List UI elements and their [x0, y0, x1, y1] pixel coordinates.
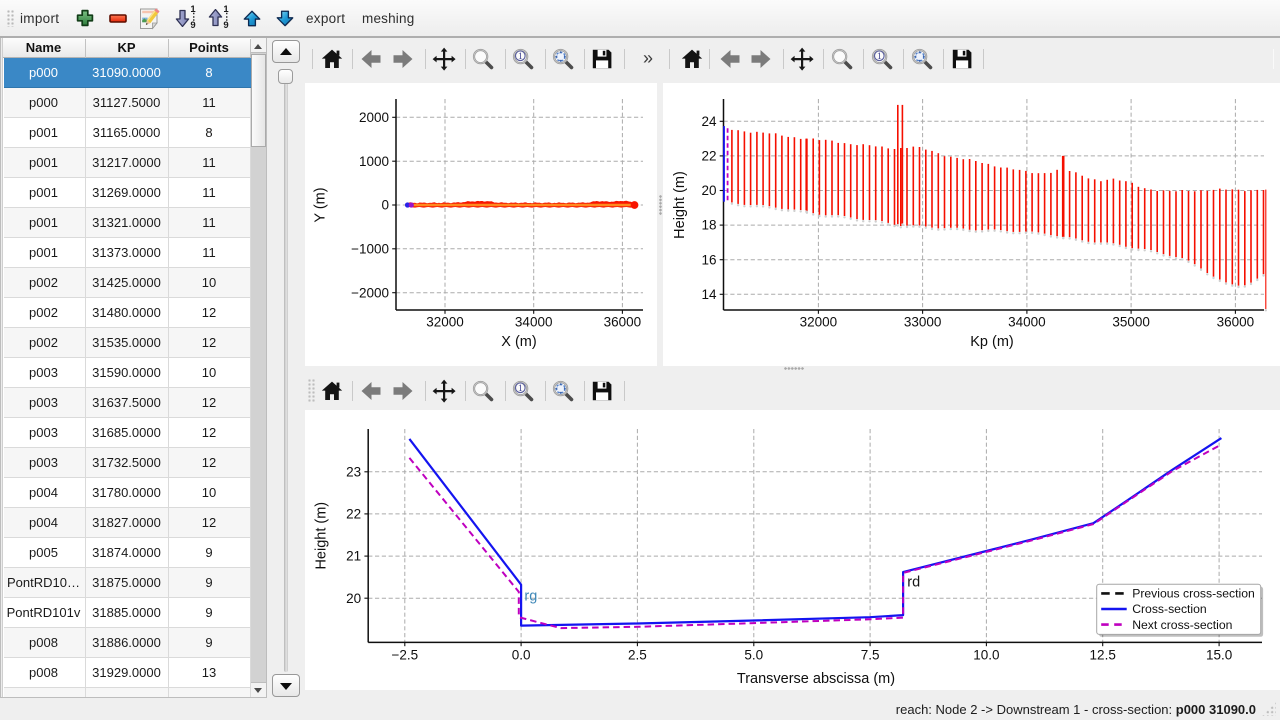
svg-text:18: 18: [701, 218, 716, 233]
svg-text:1: 1: [518, 52, 523, 62]
svg-text:−2000: −2000: [351, 285, 389, 300]
svg-text:Kp (m): Kp (m): [970, 334, 1014, 350]
svg-text:35000: 35000: [1112, 315, 1150, 330]
svg-text:36000: 36000: [1217, 315, 1255, 330]
svg-text:X (m): X (m): [501, 334, 536, 350]
svg-text:Height (m): Height (m): [313, 502, 329, 570]
svg-text:1: 1: [518, 384, 523, 394]
svg-text:Y (m): Y (m): [313, 187, 329, 222]
svg-text:16: 16: [701, 252, 716, 267]
svg-text:20: 20: [346, 591, 361, 606]
svg-text:−1000: −1000: [351, 241, 389, 256]
svg-text:20: 20: [701, 183, 716, 198]
svg-text:32000: 32000: [800, 315, 838, 330]
svg-text:32000: 32000: [426, 315, 464, 330]
svg-text:Cross-section: Cross-section: [1132, 602, 1207, 616]
svg-text:34000: 34000: [515, 315, 553, 330]
svg-text:Height (m): Height (m): [672, 171, 688, 239]
svg-text:14: 14: [701, 287, 717, 302]
svg-text:10.0: 10.0: [973, 647, 999, 662]
svg-text:22: 22: [346, 507, 361, 522]
svg-text:Next cross-section: Next cross-section: [1132, 618, 1232, 632]
svg-text:0: 0: [381, 198, 389, 213]
svg-text:1000: 1000: [359, 154, 389, 169]
svg-text:0.0: 0.0: [512, 647, 531, 662]
svg-text:36000: 36000: [604, 315, 642, 330]
svg-text:15.0: 15.0: [1206, 647, 1232, 662]
svg-text:2000: 2000: [359, 110, 389, 125]
svg-text:−2.5: −2.5: [391, 647, 418, 662]
svg-text:2.5: 2.5: [628, 647, 647, 662]
svg-text:34000: 34000: [1008, 315, 1046, 330]
svg-text:Transverse abscissa (m): Transverse abscissa (m): [737, 671, 895, 687]
svg-text:Previous cross-section: Previous cross-section: [1132, 587, 1255, 601]
svg-text:21: 21: [346, 549, 361, 564]
svg-text:12.5: 12.5: [1090, 647, 1116, 662]
svg-text:5.0: 5.0: [744, 647, 763, 662]
svg-text:22: 22: [701, 149, 716, 164]
svg-text:1: 1: [877, 52, 882, 62]
svg-text:23: 23: [346, 464, 361, 479]
svg-text:rg: rg: [524, 588, 537, 604]
svg-text:7.5: 7.5: [861, 647, 880, 662]
svg-text:33000: 33000: [904, 315, 942, 330]
svg-text:rd: rd: [907, 574, 920, 590]
svg-text:24: 24: [701, 114, 717, 129]
